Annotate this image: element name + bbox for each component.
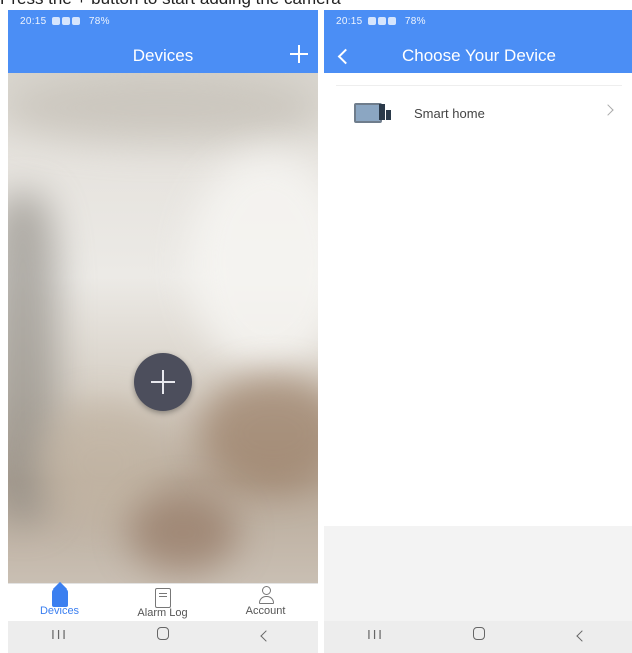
- notification-icon: [367, 17, 376, 25]
- tab-devices[interactable]: Devices: [8, 586, 111, 617]
- tab-label: Alarm Log: [137, 607, 188, 619]
- battery-level: 78%: [404, 16, 426, 27]
- add-device-button[interactable]: [288, 43, 310, 65]
- home-icon: [51, 589, 68, 607]
- status-bar: 20:15 78%: [336, 16, 426, 27]
- choose-device-screen: 20:15 78% Choose Your Device Smart home …: [324, 10, 632, 653]
- back-nav-icon: [259, 630, 272, 642]
- home-nav-icon: [472, 627, 485, 640]
- devices-screen: 20:15 78% Devices Devices Alarm Log Acco…: [8, 10, 318, 653]
- notification-icon: [71, 17, 80, 25]
- smart-home-device-icon: [354, 100, 391, 123]
- instruction-caption: Press the + button to start adding the c…: [0, 0, 632, 9]
- user-icon: [257, 586, 275, 604]
- list-item-label: Smart home: [414, 106, 485, 121]
- device-list: Smart home: [324, 73, 632, 526]
- back-button[interactable]: [214, 627, 317, 643]
- list-item-smart-home[interactable]: Smart home: [336, 85, 622, 134]
- app-bar: 20:15 78% Choose Your Device: [324, 10, 632, 73]
- tab-alarm-log[interactable]: Alarm Log: [111, 586, 214, 619]
- recent-apps-button[interactable]: III: [324, 627, 427, 642]
- status-time: 20:15: [336, 16, 363, 27]
- page-title: Devices: [132, 46, 194, 65]
- system-nav-bar: III: [8, 621, 318, 653]
- status-time: 20:15: [20, 16, 47, 27]
- empty-area: [324, 526, 632, 621]
- system-nav-bar: III: [324, 621, 632, 653]
- tab-label: Account: [245, 605, 286, 617]
- bottom-tab-bar: Devices Alarm Log Account: [8, 583, 318, 622]
- status-bar: 20:15 78%: [20, 16, 110, 27]
- chevron-right-icon: [602, 104, 614, 116]
- home-button[interactable]: [427, 627, 530, 643]
- notification-icon: [377, 17, 386, 25]
- notification-icon: [61, 17, 70, 25]
- home-nav-icon: [156, 627, 169, 640]
- back-nav-icon: [575, 630, 588, 642]
- page-title: Choose Your Device: [401, 46, 557, 65]
- home-button[interactable]: [111, 627, 214, 643]
- background-photo: [8, 73, 318, 583]
- notification-icon: [51, 17, 60, 25]
- notification-icon: [387, 17, 396, 25]
- back-button[interactable]: [530, 627, 632, 643]
- app-bar: 20:15 78% Devices: [8, 10, 318, 73]
- add-camera-plus-button[interactable]: [134, 353, 192, 411]
- battery-level: 78%: [88, 16, 110, 27]
- recent-apps-button[interactable]: III: [8, 627, 111, 642]
- message-icon: [154, 588, 171, 608]
- tab-account[interactable]: Account: [214, 586, 317, 617]
